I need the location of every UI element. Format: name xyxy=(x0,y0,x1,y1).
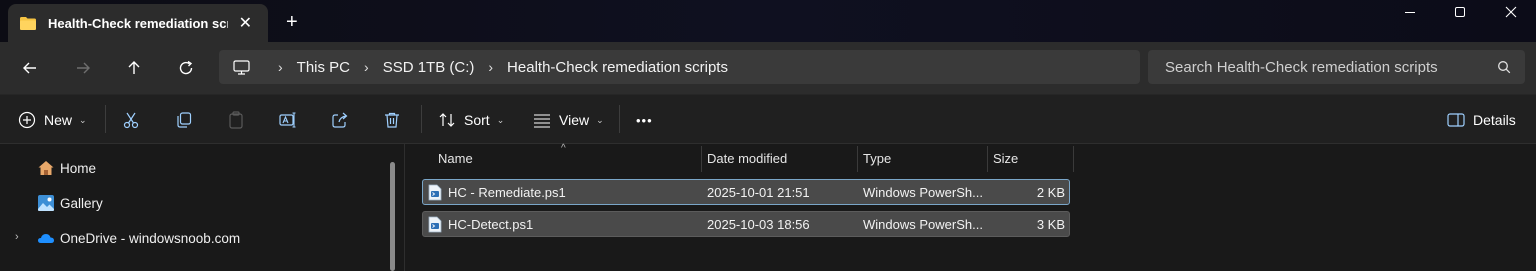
breadcrumb-current-folder[interactable]: Health-Check remediation scripts xyxy=(507,59,728,76)
file-size: 3 KB xyxy=(1036,217,1065,232)
search-icon xyxy=(1498,61,1511,74)
forward-button[interactable] xyxy=(71,56,95,80)
rename-icon xyxy=(279,112,296,128)
copy-button[interactable] xyxy=(175,109,193,131)
minimize-button[interactable] xyxy=(1390,6,1430,26)
sort-button[interactable]: Sort ⌄ xyxy=(438,109,504,131)
minimize-icon xyxy=(1405,12,1415,13)
column-header-name[interactable]: Name xyxy=(438,151,473,166)
cut-icon xyxy=(123,112,139,129)
column-header-size[interactable]: Size xyxy=(993,151,1018,166)
toolbar-divider xyxy=(619,105,620,133)
view-button-label: View xyxy=(559,112,590,128)
tab-current[interactable]: Health-Check remediation scri ✕ xyxy=(8,4,268,42)
sidebar-item-onedrive[interactable]: OneDrive - windowsnoob.com xyxy=(37,228,240,248)
maximize-icon xyxy=(1455,7,1465,17)
file-size: 2 KB xyxy=(1036,185,1065,200)
new-button[interactable]: New ⌄ xyxy=(18,109,87,131)
navigation-bar: › This PC › SSD 1TB (C:) › Health-Check … xyxy=(0,42,1536,94)
column-divider[interactable] xyxy=(987,146,988,172)
chevron-down-icon: ⌄ xyxy=(79,114,87,125)
tab-title: Health-Check remediation scri xyxy=(48,15,228,31)
column-divider[interactable] xyxy=(1073,146,1074,172)
file-date-modified: 2025-10-01 21:51 xyxy=(707,185,810,200)
folder-icon xyxy=(20,16,36,30)
file-row[interactable]: HC - Remediate.ps1 2025-10-01 21:51 Wind… xyxy=(422,179,1070,205)
cut-button[interactable] xyxy=(122,109,140,131)
up-button[interactable] xyxy=(122,56,146,80)
rename-button[interactable] xyxy=(279,109,297,131)
home-icon xyxy=(38,161,54,175)
copy-icon xyxy=(177,112,192,128)
file-type: Windows PowerSh... xyxy=(863,217,983,232)
paste-button[interactable] xyxy=(227,109,245,131)
column-header-type[interactable]: Type xyxy=(863,151,891,166)
tab-close-button[interactable]: ✕ xyxy=(239,13,252,33)
sort-icon xyxy=(439,113,455,127)
file-row[interactable]: HC-Detect.ps1 2025-10-03 18:56 Windows P… xyxy=(422,211,1070,237)
chevron-right-icon[interactable]: › xyxy=(488,59,493,75)
forward-arrow-icon xyxy=(77,62,90,74)
sidebar-item-gallery[interactable]: Gallery xyxy=(37,193,103,213)
file-name: HC - Remediate.ps1 xyxy=(448,185,566,200)
title-bar: Health-Check remediation scri ✕ + xyxy=(0,0,1536,42)
file-type: Windows PowerSh... xyxy=(863,185,983,200)
details-pane-button[interactable]: Details xyxy=(1447,109,1516,131)
navigation-pane-scrollbar[interactable] xyxy=(390,162,395,271)
column-header-date-modified[interactable]: Date modified xyxy=(707,151,787,166)
file-name: HC-Detect.ps1 xyxy=(448,217,534,232)
back-arrow-icon xyxy=(23,62,36,74)
view-button[interactable]: View ⌄ xyxy=(533,109,604,131)
new-button-label: New xyxy=(44,112,73,128)
gallery-icon xyxy=(38,195,54,211)
sidebar-item-label: OneDrive - windowsnoob.com xyxy=(60,230,241,246)
plus-circle-icon xyxy=(18,111,36,129)
up-arrow-icon xyxy=(128,61,140,74)
sidebar-item-label: Gallery xyxy=(60,195,103,211)
chevron-right-icon[interactable]: › xyxy=(15,231,19,243)
sidebar-item-label: Home xyxy=(60,160,97,176)
column-divider[interactable] xyxy=(701,146,702,172)
powershell-script-icon xyxy=(428,184,442,201)
share-button[interactable] xyxy=(331,109,349,131)
view-list-icon xyxy=(534,114,550,128)
maximize-button[interactable] xyxy=(1440,6,1480,26)
more-options-button[interactable]: ••• xyxy=(636,109,653,131)
command-bar: New ⌄ Sort ⌄ View ⌄ ••• Details xyxy=(0,94,1536,144)
close-icon xyxy=(1505,6,1517,18)
details-label: Details xyxy=(1473,112,1516,128)
search-box[interactable]: Search Health-Check remediation scripts xyxy=(1148,50,1525,84)
search-input[interactable]: Search Health-Check remediation scripts xyxy=(1165,59,1438,76)
computer-icon xyxy=(233,59,250,75)
powershell-script-icon xyxy=(428,216,442,233)
new-tab-button[interactable]: + xyxy=(286,12,298,32)
toolbar-divider xyxy=(421,105,422,133)
more-icon: ••• xyxy=(636,112,653,128)
sort-button-label: Sort xyxy=(464,112,490,128)
toolbar-divider xyxy=(105,105,106,133)
chevron-right-icon[interactable]: › xyxy=(278,59,283,75)
back-button[interactable] xyxy=(18,56,42,80)
onedrive-icon xyxy=(38,234,54,243)
sidebar-item-home[interactable]: Home xyxy=(37,158,96,178)
breadcrumb-this-pc[interactable]: This PC xyxy=(297,59,350,76)
paste-icon xyxy=(229,111,243,129)
chevron-down-icon: ⌄ xyxy=(596,114,604,125)
chevron-right-icon[interactable]: › xyxy=(364,59,369,75)
refresh-button[interactable] xyxy=(174,56,198,80)
chevron-down-icon: ⌄ xyxy=(496,114,505,125)
breadcrumb-drive[interactable]: SSD 1TB (C:) xyxy=(383,59,475,76)
address-bar[interactable]: › This PC › SSD 1TB (C:) › Health-Check … xyxy=(219,50,1140,84)
close-button[interactable] xyxy=(1491,6,1531,26)
sort-ascending-icon: ^ xyxy=(561,143,566,154)
details-pane-icon xyxy=(1447,113,1465,127)
refresh-icon xyxy=(179,60,193,75)
file-list xyxy=(405,144,1536,271)
trash-icon xyxy=(385,112,399,128)
delete-button[interactable] xyxy=(383,109,401,131)
column-divider[interactable] xyxy=(857,146,858,172)
share-icon xyxy=(332,112,348,128)
file-date-modified: 2025-10-03 18:56 xyxy=(707,217,810,232)
